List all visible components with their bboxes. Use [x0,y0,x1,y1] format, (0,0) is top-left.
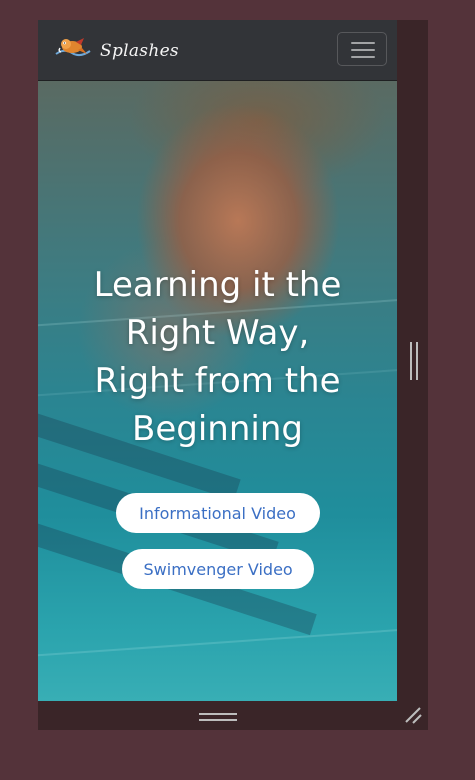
hero-section: Learning it the Right Way, Right from th… [38,81,397,701]
hamburger-icon [351,49,375,51]
hero-title: Learning it the Right Way, Right from th… [58,261,377,453]
resize-handle-horizontal-icon[interactable] [199,713,237,721]
hero-title-line: Right Way, [125,313,310,353]
hero-title-line: Right from the [94,361,341,401]
page-viewport: Splashes Learning it the Right Way, Righ… [38,20,397,701]
swimmer-mascot-icon [54,36,92,66]
brand-name: Splashes [100,41,179,61]
informational-video-button[interactable]: Informational Video [115,493,320,533]
hero-title-line: Learning it the [93,265,342,305]
resize-handle-vertical-icon[interactable] [410,342,418,380]
navbar: Splashes [38,20,397,81]
hamburger-icon [351,42,375,44]
hamburger-icon [351,56,375,58]
device-frame: Splashes Learning it the Right Way, Righ… [38,20,428,730]
water-reflection [38,626,397,658]
menu-toggle-button[interactable] [337,32,387,66]
resize-corner-icon[interactable] [402,704,424,726]
hero-title-line: Beginning [132,409,303,449]
swimvenger-video-button[interactable]: Swimvenger Video [121,549,314,589]
brand-link[interactable]: Splashes [54,36,179,66]
